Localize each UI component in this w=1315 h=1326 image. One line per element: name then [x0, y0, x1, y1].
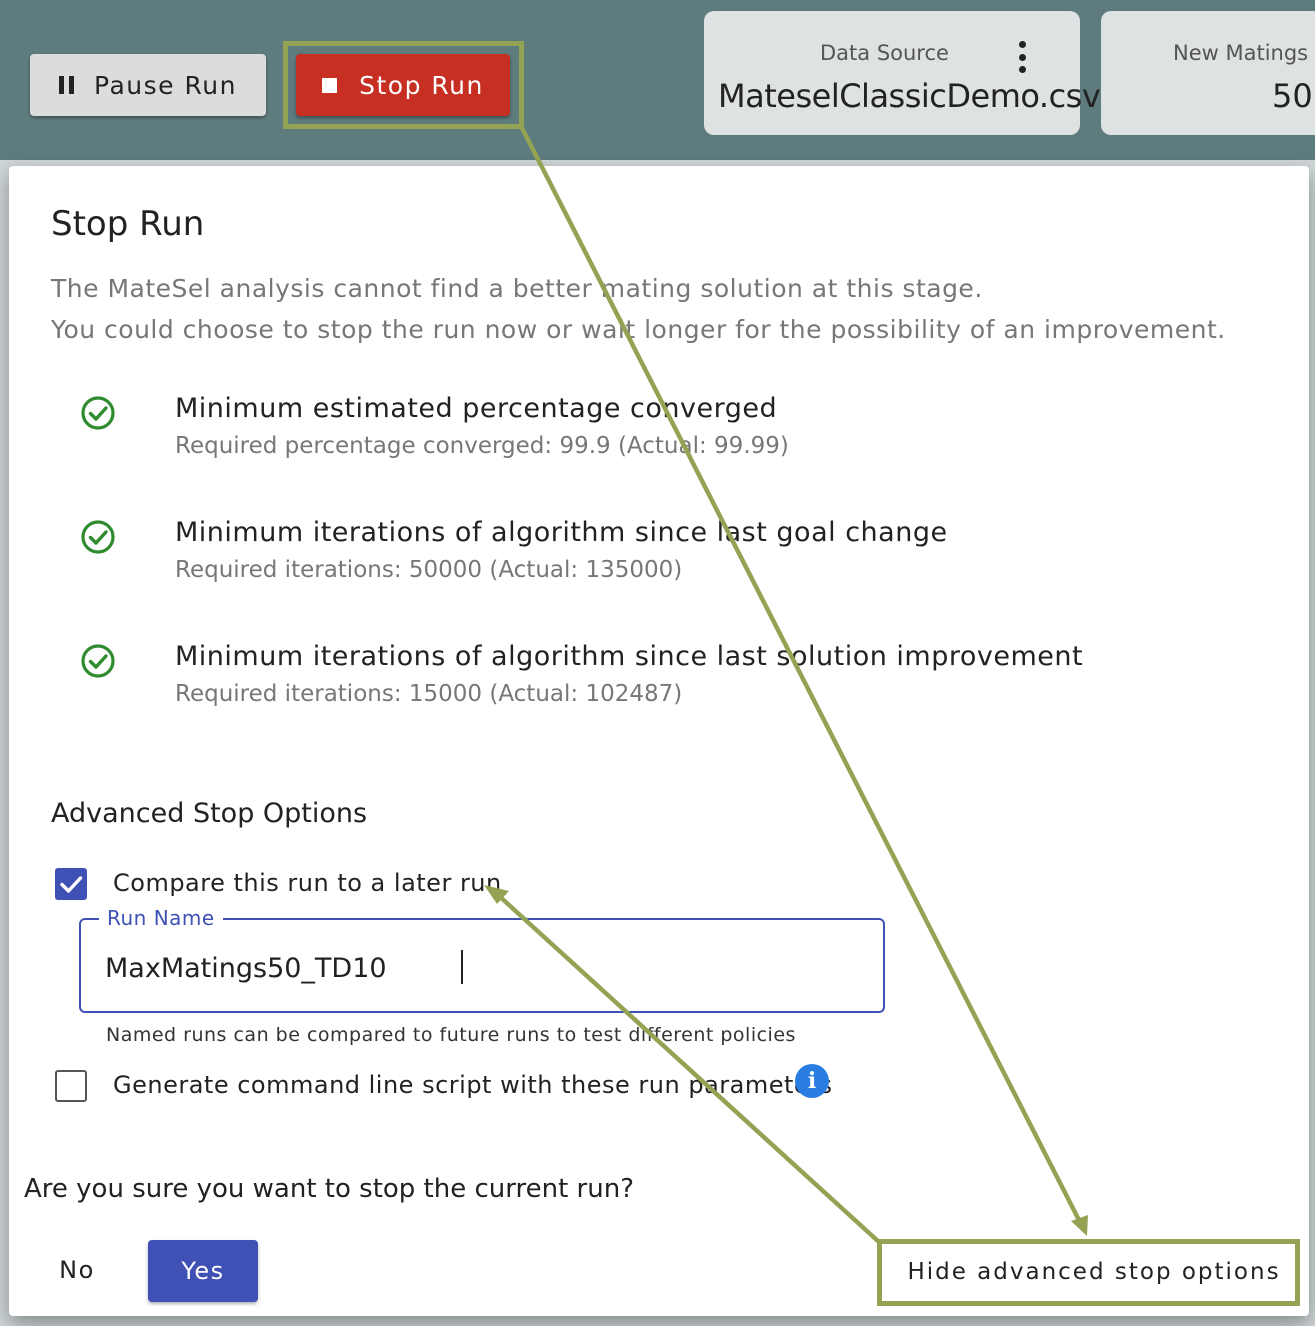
- dialog-description-line1: The MateSel analysis cannot find a bette…: [51, 274, 983, 303]
- data-source-value: MateselClassicDemo.csv: [718, 77, 1101, 115]
- criterion-title: Minimum iterations of algorithm since la…: [175, 517, 948, 548]
- kebab-menu-icon[interactable]: [1018, 41, 1026, 73]
- pause-run-button[interactable]: Pause Run: [30, 54, 266, 116]
- top-toolbar: Pause Run Stop Run Data Source MateselCl…: [0, 0, 1315, 160]
- criterion-detail: Required percentage converged: 99.9 (Act…: [175, 433, 789, 459]
- criterion-detail: Required iterations: 50000 (Actual: 1350…: [175, 557, 683, 583]
- data-source-card: Data Source MateselClassicDemo.csv: [704, 11, 1101, 135]
- no-button[interactable]: No: [45, 1240, 109, 1300]
- run-name-hint: Named runs can be compared to future run…: [106, 1024, 796, 1046]
- run-name-field[interactable]: Run Name: [79, 906, 885, 1013]
- check-circle-icon: [81, 644, 115, 678]
- compare-run-checkbox[interactable]: [55, 868, 87, 900]
- text-caret: [461, 950, 463, 984]
- confirm-question: Are you sure you want to stop the curren…: [24, 1174, 634, 1204]
- generate-script-label[interactable]: Generate command line script with these …: [113, 1071, 833, 1099]
- pause-icon: [59, 76, 75, 94]
- new-matings-value: 50: [1272, 77, 1313, 115]
- pause-run-label: Pause Run: [94, 70, 237, 100]
- run-name-label: Run Name: [99, 906, 223, 930]
- new-matings-card: New Matings P 50: [1101, 11, 1315, 135]
- data-source-label: Data Source: [820, 41, 949, 65]
- info-icon[interactable]: i: [795, 1064, 829, 1098]
- advanced-options-heading: Advanced Stop Options: [51, 798, 368, 829]
- criterion-title: Minimum estimated percentage converged: [175, 393, 778, 424]
- generate-script-checkbox[interactable]: [55, 1070, 87, 1102]
- yes-button[interactable]: Yes: [148, 1240, 258, 1302]
- new-matings-label: New Matings P: [1173, 41, 1315, 65]
- checkbox-checked-icon: [60, 876, 83, 893]
- stop-run-highlight-box: [283, 41, 524, 129]
- hide-options-highlight-box: [877, 1239, 1300, 1306]
- check-circle-icon: [81, 396, 115, 430]
- run-name-input[interactable]: [105, 948, 845, 988]
- criterion-title: Minimum iterations of algorithm since la…: [175, 641, 1084, 672]
- stop-run-dialog: Stop Run The MateSel analysis cannot fin…: [9, 166, 1309, 1316]
- compare-run-label[interactable]: Compare this run to a later run: [113, 869, 502, 897]
- criterion-detail: Required iterations: 15000 (Actual: 1024…: [175, 681, 683, 707]
- dialog-description-line2: You could choose to stop the run now or …: [51, 315, 1226, 344]
- check-circle-icon: [81, 520, 115, 554]
- dialog-title: Stop Run: [51, 204, 205, 244]
